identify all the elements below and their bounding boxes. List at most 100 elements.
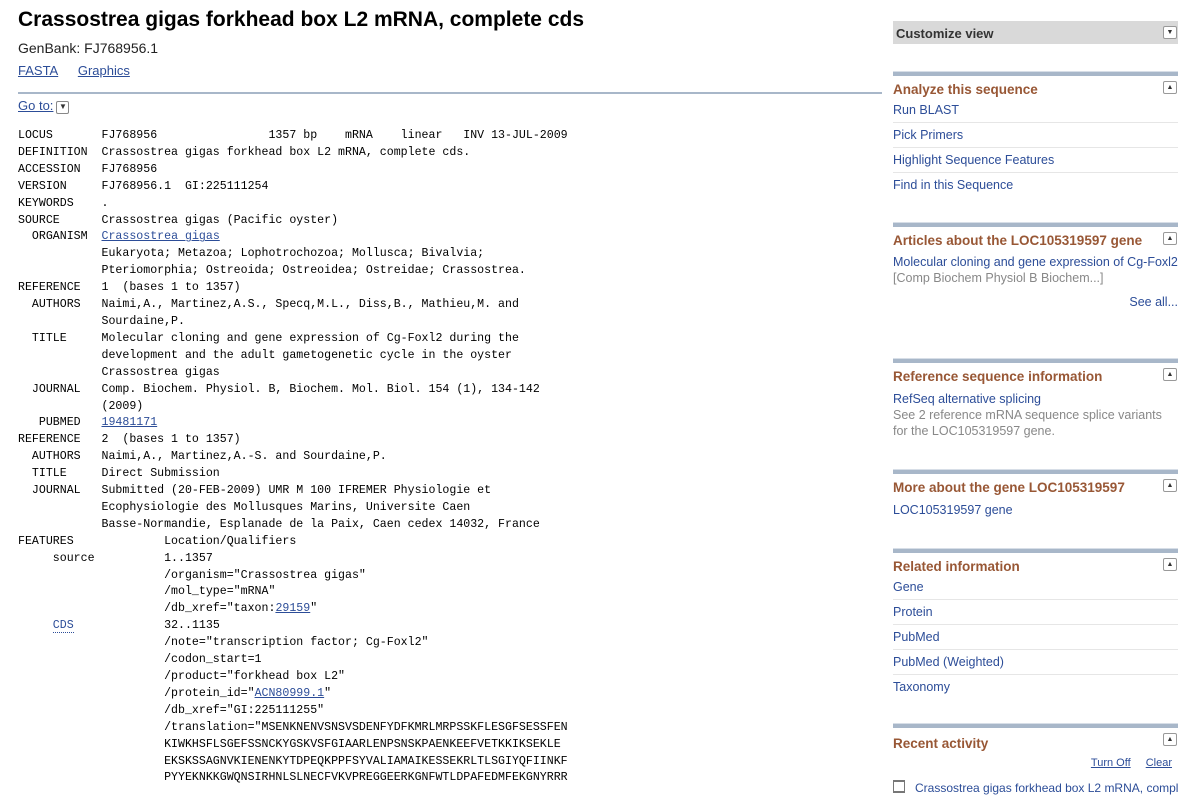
goto-link[interactable]: Go to: bbox=[18, 98, 53, 113]
chevron-down-icon[interactable]: ▼ bbox=[1163, 26, 1177, 39]
find-in-sequence-link[interactable]: Find in this Sequence bbox=[893, 177, 1178, 197]
title-line: TITLE Molecular cloning and gene express… bbox=[18, 331, 519, 345]
version-line: VERSION FJ768956.1 GI:225111254 bbox=[18, 179, 269, 193]
highlight-features-link[interactable]: Highlight Sequence Features bbox=[893, 152, 1178, 173]
pick-primers-link[interactable]: Pick Primers bbox=[893, 127, 1178, 148]
reference-line: REFERENCE 1 (bases 1 to 1357) bbox=[18, 281, 241, 295]
features-line: FEATURES Location/Qualifiers bbox=[18, 534, 297, 548]
accession-line: ACCESSION FJ768956 bbox=[18, 162, 158, 176]
collapse-icon[interactable]: ▲ bbox=[1163, 368, 1177, 381]
collapse-icon[interactable]: ▲ bbox=[1163, 733, 1177, 746]
fasta-link[interactable]: FASTA bbox=[18, 63, 58, 78]
qualifier-line: /organism="Crassostrea gigas" bbox=[18, 568, 366, 582]
section-title: More about the gene LOC105319597 bbox=[893, 480, 1125, 495]
organism-label: ORGANISM bbox=[18, 230, 102, 244]
locus-line: LOCUS FJ768956 1357 bp mRNA linear INV 1… bbox=[18, 129, 568, 142]
collapse-icon[interactable]: ▲ bbox=[1163, 558, 1177, 571]
lineage-line: Eukaryota; Metazoa; Lophotrochozoa; Moll… bbox=[18, 247, 485, 261]
section-bar bbox=[893, 71, 1178, 76]
divider bbox=[18, 92, 882, 94]
section-title: Analyze this sequence bbox=[893, 82, 1038, 97]
cds-indent bbox=[18, 619, 53, 632]
title-line: Crassostrea gigas bbox=[18, 365, 220, 379]
section-bar bbox=[893, 469, 1178, 474]
reference-line: REFERENCE 2 (bases 1 to 1357) bbox=[18, 433, 241, 447]
main-content: Crassostrea gigas forkhead box L2 mRNA, … bbox=[18, 0, 882, 784]
recent-activity-controls: Turn Off Clear bbox=[1079, 757, 1172, 769]
see-all-link[interactable]: See all... bbox=[893, 295, 1178, 309]
related-pubmed-link[interactable]: PubMed bbox=[893, 629, 1178, 650]
qualifier-suffix: " bbox=[310, 602, 318, 616]
format-links: FASTA Graphics bbox=[18, 63, 882, 79]
section-bar bbox=[893, 358, 1178, 363]
qualifier-line: /mol_type="mRNA" bbox=[18, 585, 276, 599]
article-link[interactable]: Molecular cloning and gene expression of… bbox=[893, 255, 1178, 269]
authors-line: AUTHORS Naimi,A., Martinez,A.-S. and Sou… bbox=[18, 450, 387, 464]
article-item: Molecular cloning and gene expression of… bbox=[893, 254, 1178, 290]
page-title: Crassostrea gigas forkhead box L2 mRNA, … bbox=[18, 8, 585, 31]
authors-line: AUTHORS Naimi,A., Martinez,A.S., Specq,M… bbox=[18, 298, 519, 312]
articles-section: ▲ Articles about the LOC105319597 gene M… bbox=[893, 222, 1178, 309]
qualifier-line: /protein_id=" bbox=[18, 686, 255, 700]
article-source: [Comp Biochem Physiol B Biochem...] bbox=[893, 271, 1104, 285]
graphics-link[interactable]: Graphics bbox=[78, 63, 130, 78]
customize-view-panel[interactable]: Customize view ▼ bbox=[893, 21, 1178, 44]
definition-line: DEFINITION Crassostrea gigas forkhead bo… bbox=[18, 145, 471, 159]
title-line: TITLE Direct Submission bbox=[18, 467, 220, 481]
section-bar bbox=[893, 723, 1178, 728]
translation-line: EKSKSSAGNVKIENENKYTDPEQKPPFSYVALIAMAIKES… bbox=[18, 754, 568, 768]
translation-line: KIWKHSFLSGEFSSNCKYGSKVSFGIAARLENPSNSKPAE… bbox=[18, 737, 561, 751]
cds-range: 32..1135 bbox=[73, 619, 220, 633]
qualifier-suffix: " bbox=[324, 686, 332, 700]
related-section: ▲ Related information Gene Protein PubMe… bbox=[893, 548, 1178, 699]
cds-link[interactable]: CDS bbox=[52, 619, 74, 634]
refseq-description: See 2 reference mRNA sequence splice var… bbox=[893, 408, 1162, 438]
section-title: Related information bbox=[893, 559, 1020, 574]
translation-line: /translation="MSENKNENVSNSVSDENFYDFKMRLM… bbox=[18, 720, 568, 734]
organism-link[interactable]: Crassostrea gigas bbox=[102, 230, 220, 243]
journal-line: Basse-Normandie, Esplanade de la Paix, C… bbox=[18, 517, 540, 531]
related-pubmed-weighted-link[interactable]: PubMed (Weighted) bbox=[893, 654, 1178, 675]
recent-item-label[interactable]: Crassostrea gigas forkhead box L2 mRNA, … bbox=[915, 781, 1178, 795]
recent-activity-section: ▲ Recent activity Turn Off Clear Crassos… bbox=[893, 723, 1178, 795]
goto-menu[interactable]: Go to: ▼ bbox=[18, 98, 70, 114]
pubmed-label: PUBMED bbox=[18, 416, 102, 430]
journal-line: JOURNAL Comp. Biochem. Physiol. B, Bioch… bbox=[18, 382, 540, 396]
recent-activity-item[interactable]: Crassostrea gigas forkhead box L2 mRNA, … bbox=[893, 780, 1178, 795]
run-blast-link[interactable]: Run BLAST bbox=[893, 102, 1178, 123]
collapse-icon[interactable]: ▲ bbox=[1163, 232, 1177, 245]
gene-link[interactable]: LOC105319597 gene bbox=[893, 502, 1178, 522]
journal-line: (2009) bbox=[18, 399, 144, 413]
pubmed-link[interactable]: 19481171 bbox=[102, 416, 158, 429]
section-title: Recent activity bbox=[893, 736, 989, 751]
related-taxonomy-link[interactable]: Taxonomy bbox=[893, 679, 1178, 699]
authors-line: Sourdaine,P. bbox=[18, 314, 185, 328]
related-gene-link[interactable]: Gene bbox=[893, 579, 1178, 600]
qualifier-line: /db_xref="GI:225111255" bbox=[18, 703, 325, 717]
section-title: Articles about the LOC105319597 gene bbox=[893, 233, 1143, 248]
collapse-icon[interactable]: ▲ bbox=[1163, 479, 1177, 492]
translation-line: PYYEKNKKGWQNSIRHNLSLNECFVKVPREGGEERKGNFW… bbox=[18, 771, 568, 785]
genbank-accession: GenBank: FJ768956.1 bbox=[18, 40, 159, 56]
section-bar bbox=[893, 222, 1178, 227]
qualifier-line: /db_xref="taxon: bbox=[18, 602, 276, 616]
collapse-icon[interactable]: ▲ bbox=[1163, 81, 1177, 94]
section-bar bbox=[893, 548, 1178, 553]
turn-off-link[interactable]: Turn Off bbox=[1091, 757, 1131, 769]
qualifier-line: /product="forkhead box L2" bbox=[18, 670, 345, 683]
title-line: development and the adult gametogenetic … bbox=[18, 348, 512, 362]
keywords-line: KEYWORDS . bbox=[18, 196, 109, 210]
taxon-link[interactable]: 29159 bbox=[275, 602, 310, 615]
clear-link[interactable]: Clear bbox=[1146, 757, 1172, 769]
journal-line: JOURNAL Submitted (20-FEB-2009) UMR M 10… bbox=[18, 484, 492, 498]
journal-line: Ecophysiologie des Mollusques Marins, Un… bbox=[18, 500, 471, 514]
section-title: Reference sequence information bbox=[893, 369, 1103, 384]
lineage-line: Pteriomorphia; Ostreoida; Ostreoidea; Os… bbox=[18, 264, 526, 278]
analyze-section: ▲ Analyze this sequence Run BLAST Pick P… bbox=[893, 71, 1178, 197]
source-feature-line: source 1..1357 bbox=[18, 551, 213, 565]
related-protein-link[interactable]: Protein bbox=[893, 604, 1178, 625]
protein-id-link[interactable]: ACN80999.1 bbox=[255, 687, 325, 700]
refseq-section: ▲ Reference sequence information RefSeq … bbox=[893, 358, 1178, 439]
genbank-record: LOCUS FJ768956 1357 bp mRNA linear INV 1… bbox=[18, 128, 568, 787]
chevron-down-icon[interactable]: ▼ bbox=[56, 101, 70, 114]
